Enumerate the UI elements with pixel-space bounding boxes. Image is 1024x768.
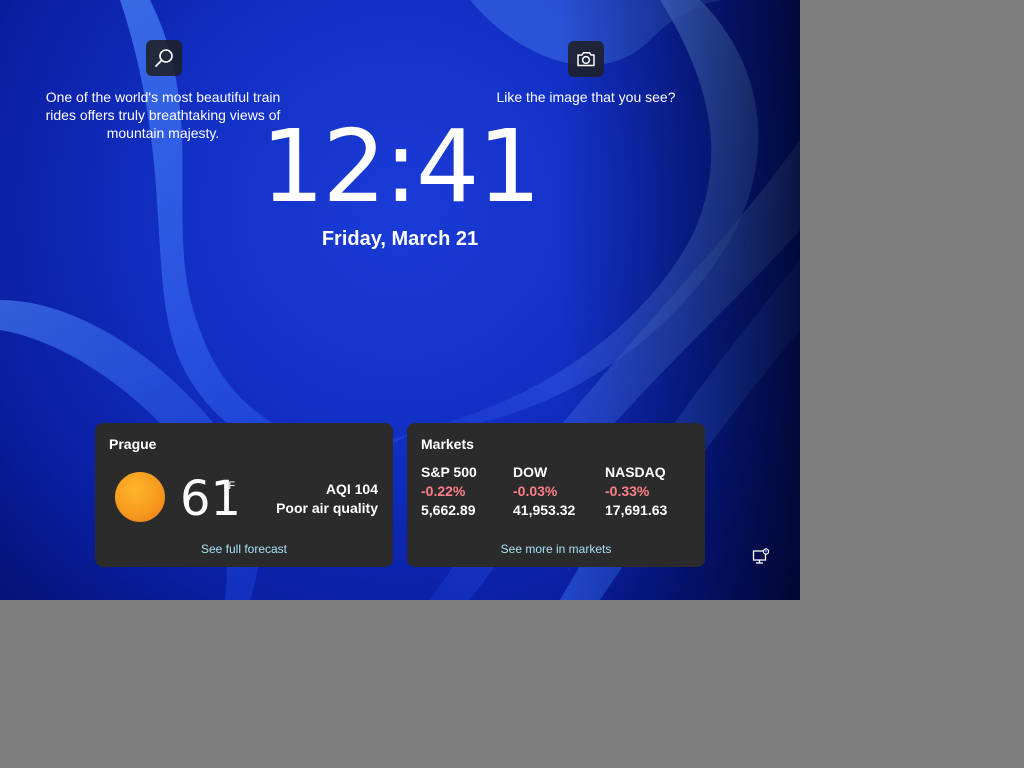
lock-screen: One of the world's most beautiful train … [0,0,800,600]
market-index-nasdaq: NASDAQ -0.33% 17,691.63 [605,463,667,520]
weather-unit: °F [224,480,236,492]
weather-aqi-block: AQI 104 Poor air quality [276,480,378,518]
lock-date: Friday, March 21 [321,228,479,250]
sun-icon [115,472,165,522]
market-index-change: -0.33% [605,483,650,499]
market-index-name: S&P 500 [421,464,477,480]
market-index-value: 5,662.89 [421,502,476,518]
network-icon [752,548,770,564]
camera-button[interactable] [568,41,604,77]
weather-aqi: AQI 104 [325,481,378,497]
spotlight-like-text[interactable]: Like the image that you see? [480,88,692,106]
lock-clock: 12:41 [260,108,541,225]
market-index-change: -0.03% [513,483,558,499]
see-full-forecast-link[interactable]: See full forecast [95,542,393,556]
market-index-name: DOW [513,464,548,480]
network-status-button[interactable] [752,548,770,571]
search-icon [155,49,173,67]
market-index-dow: DOW -0.03% 41,953.32 [513,463,575,520]
markets-title: Markets [421,436,474,452]
market-index-value: 41,953.32 [513,502,576,518]
weather-city: Prague [109,436,157,452]
market-index-name: NASDAQ [605,464,666,480]
markets-widget[interactable]: Markets S&P 500 -0.22% 5,662.89 DOW -0.0… [407,423,705,567]
weather-widget[interactable]: Prague 61 °F AQI 104 Poor air quality Se… [95,423,393,567]
market-index-sp500: S&P 500 -0.22% 5,662.89 [421,463,477,520]
market-index-value: 17,691.63 [605,502,668,518]
search-button[interactable] [146,40,182,76]
market-index-change: -0.22% [421,483,466,499]
weather-air-quality: Poor air quality [276,500,378,516]
see-more-markets-link[interactable]: See more in markets [407,542,705,556]
camera-icon [577,52,595,67]
